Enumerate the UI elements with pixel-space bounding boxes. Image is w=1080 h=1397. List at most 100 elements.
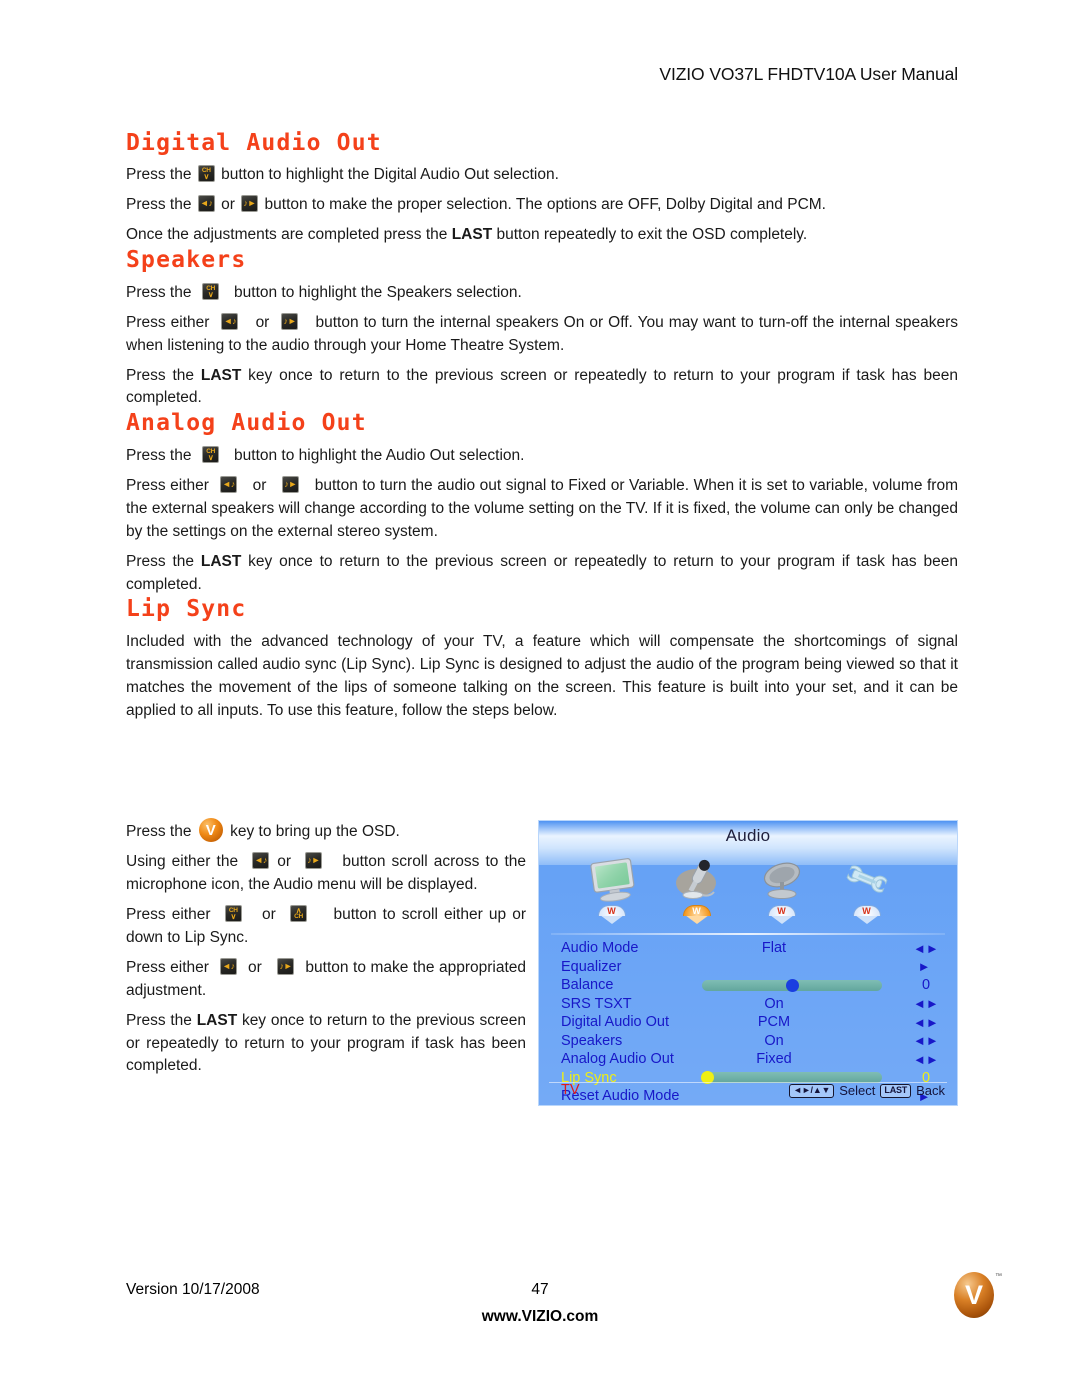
- text-fragment: or: [221, 196, 235, 214]
- paragraph-spk-2: Press either ◄♪ or ♪► button to turn the…: [126, 312, 958, 358]
- paragraph-spk-1: Press the CH ∨ button to highlight the Sp…: [126, 282, 958, 305]
- text-fragment: or: [255, 313, 270, 331]
- osd-row-digital-audio-out[interactable]: Digital Audio Out PCM ◄►: [539, 1013, 957, 1032]
- document-header-title: VIZIO VO37L FHDTV10A User Manual: [659, 64, 958, 84]
- volume-down-key-icon: ◄♪: [252, 851, 270, 869]
- text-fragment: or: [277, 852, 292, 870]
- text-fragment: Press the: [126, 366, 195, 384]
- osd-row-srs-tsxt[interactable]: SRS TSXT On ◄►: [539, 995, 957, 1014]
- volume-down-key-icon: ◄♪: [221, 312, 239, 330]
- osd-row-equalizer[interactable]: Equalizer ►: [539, 958, 957, 977]
- paragraph-ls-1: Press the key to bring up the OSD.: [126, 818, 526, 844]
- osd-row-analog-audio-out[interactable]: Analog Audio Out Fixed ◄►: [539, 1050, 957, 1069]
- text-fragment: Press either: [126, 313, 210, 331]
- osd-row-audio-mode[interactable]: Audio Mode Flat ◄►: [539, 939, 957, 958]
- text-fragment: Press either: [126, 958, 209, 976]
- text-fragment: Press the: [126, 446, 192, 464]
- last-key-label: LAST: [196, 1011, 238, 1029]
- section-heading-speakers: Speakers: [126, 247, 247, 274]
- paragraph-dao-1: Press the CH ∨ button to highlight the Di…: [126, 164, 958, 187]
- volume-up-key-icon: ♪►: [305, 851, 323, 869]
- osd-tab-strip: W W W W: [569, 855, 909, 927]
- paragraph-ls-4: Press either ◄♪ or ♪► button to make the…: [126, 957, 526, 1003]
- trademark-symbol: ™: [995, 1273, 1002, 1280]
- paragraph-ls-2: Using either the ◄♪ or ♪► button scroll …: [126, 851, 526, 897]
- paragraph-aao-1: Press the CH ∨ button to highlight the Au…: [126, 445, 958, 468]
- text-fragment: button to highlight the Audio Out select…: [234, 446, 525, 464]
- channel-down-key-icon: CH ∨: [202, 282, 220, 300]
- left-right-arrows-icon: ◄►: [913, 940, 939, 956]
- text-fragment: Press the: [126, 283, 192, 301]
- last-key-label: LAST: [451, 226, 493, 244]
- last-key-label: LAST: [200, 366, 242, 384]
- osd-row-value: Fixed: [756, 1051, 792, 1068]
- text-fragment: Press the: [126, 196, 192, 214]
- volume-up-key-icon: ♪►: [282, 475, 300, 493]
- channel-up-key-icon: ∧ CH: [290, 904, 308, 922]
- osd-footer: TV ◄►/▲▼ Select LAST Back: [539, 1082, 957, 1102]
- text-fragment: or: [252, 476, 267, 494]
- wrench-icon: [836, 855, 898, 905]
- osd-settings-list: Audio Mode Flat ◄► Equalizer ► Balance 0: [539, 939, 957, 1105]
- osd-tab-setup[interactable]: W: [824, 855, 909, 927]
- microphone-icon: [666, 855, 728, 905]
- left-right-arrows-icon: ◄►: [913, 996, 939, 1012]
- balance-slider[interactable]: [702, 978, 882, 992]
- paragraph-dao-3: Once the adjustments are completed press…: [126, 224, 958, 247]
- osd-title: Audio: [725, 826, 771, 845]
- tab-badge: W: [852, 905, 881, 924]
- osd-row-label: Analog Audio Out: [561, 1051, 674, 1068]
- last-key-icon: LAST: [880, 1083, 912, 1098]
- text-fragment: Press either: [126, 905, 211, 923]
- manual-page: VIZIO VO37L FHDTV10A User Manual Digital…: [0, 0, 1080, 1397]
- paragraph-dao-2: Press the ◄♪ or ♪► button to make the pr…: [126, 194, 958, 217]
- text-fragment: Press either: [126, 476, 209, 494]
- osd-row-speakers[interactable]: Speakers On ◄►: [539, 1032, 957, 1051]
- slider-knob[interactable]: [786, 978, 799, 992]
- osd-hint-bar: ◄►/▲▼ Select LAST Back: [789, 1083, 945, 1098]
- text-fragment: Press the: [126, 1011, 192, 1029]
- footer-website: www.VIZIO.com: [481, 1308, 599, 1325]
- monitor-icon: [581, 855, 643, 905]
- text-fragment: button to highlight the Speakers selecti…: [234, 283, 522, 301]
- vizio-menu-key-icon: [198, 818, 223, 842]
- volume-down-key-icon: ◄♪: [219, 957, 237, 975]
- text-fragment: Using either the: [126, 852, 239, 870]
- paragraph-lipsync-intro: Included with the advanced technology of…: [126, 632, 958, 719]
- osd-tab-picture[interactable]: W: [569, 855, 654, 927]
- text-fragment: or: [248, 958, 262, 976]
- text-fragment: key once to return to the previous scree…: [126, 552, 958, 593]
- osd-row-value: Flat: [761, 940, 787, 957]
- channel-down-key-icon: CH ∨: [202, 445, 220, 463]
- osd-row-balance[interactable]: Balance 0: [539, 976, 957, 995]
- paragraph-aao-3: Press the LAST key once to return to the…: [126, 551, 958, 597]
- tab-badge: W: [597, 905, 626, 924]
- text-fragment: button to turn the internal speakers On …: [126, 313, 958, 354]
- osd-tab-audio[interactable]: W: [654, 855, 739, 927]
- text-fragment: or: [262, 905, 276, 923]
- paragraph-aao-2: Press either ◄♪ or ♪► button to turn the…: [126, 475, 958, 544]
- text-fragment: button to turn the audio out signal to F…: [126, 476, 959, 540]
- osd-row-value: PCM: [757, 1014, 791, 1031]
- osd-audio-menu-screenshot: Audio W W W W Audio Mode Flat ◄► Equaliz…: [538, 820, 958, 1106]
- text-fragment: Press the: [126, 166, 192, 184]
- paragraph-spk-3: Press the LAST key once to return to the…: [126, 365, 958, 411]
- osd-hint-select: Select: [839, 1083, 876, 1098]
- osd-divider: [551, 933, 945, 935]
- paragraph-ls-5: Press the LAST key once to return to the…: [126, 1010, 526, 1079]
- text-fragment: Once the adjustments are completed press…: [126, 226, 448, 244]
- text-fragment: Press the: [126, 552, 195, 570]
- channel-down-key-icon: CH ∨: [197, 165, 215, 183]
- volume-up-key-icon: ♪►: [277, 957, 295, 975]
- left-right-arrows-icon: ◄►: [913, 1051, 939, 1067]
- osd-row-value: On: [764, 1032, 784, 1049]
- nav-keys-icon: ◄►/▲▼: [789, 1083, 835, 1098]
- osd-row-label: Balance: [561, 977, 614, 994]
- lipsync-steps-column: Press the key to bring up the OSD. Using…: [126, 818, 526, 1078]
- osd-tab-tuner[interactable]: W: [739, 855, 824, 927]
- osd-hint-back: Back: [916, 1083, 945, 1098]
- tab-badge-active: W: [682, 905, 711, 924]
- left-right-arrows-icon: ◄►: [913, 1014, 939, 1030]
- osd-row-label: Equalizer: [561, 958, 622, 975]
- lipsync-steps-and-osd: Press the key to bring up the OSD. Using…: [126, 818, 958, 1118]
